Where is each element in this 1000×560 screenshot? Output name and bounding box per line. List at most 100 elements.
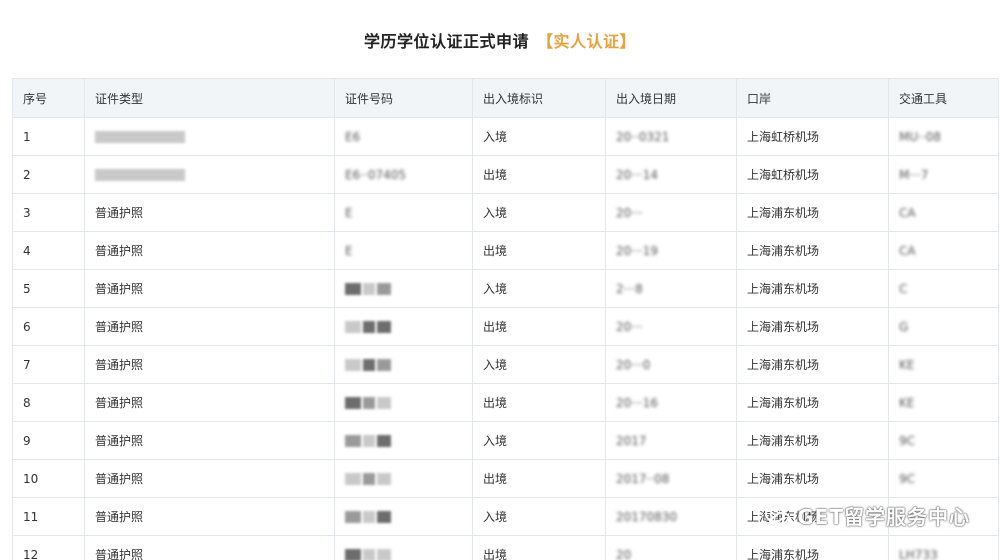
cell-date-text: 2017··08 xyxy=(616,471,670,486)
cell-doc-type: 普通护照 xyxy=(84,345,335,384)
cell-port: 上海浦东机场 xyxy=(736,383,889,422)
cell-date-text: 20 xyxy=(616,547,632,560)
column-header-vehicle: 交通工具 xyxy=(888,78,999,118)
cell-doc-type: 普通护照 xyxy=(84,497,335,536)
redaction-mosaic xyxy=(363,435,375,447)
table-row: 10 普通护照 出境 2017··08 上海浦东机场 9C xyxy=(12,459,999,498)
cell-vehicle: KE xyxy=(888,345,999,384)
redaction-mosaic xyxy=(345,359,361,371)
cell-no-text: 12 xyxy=(23,547,39,560)
cell-direction: 出境 xyxy=(472,459,606,498)
table-row: 2 E6··07405 出境 20···14 上海虹桥机场 M···7 xyxy=(12,155,999,194)
cell-vehicle-text: MU··08 xyxy=(899,129,942,144)
redaction-mosaic xyxy=(377,283,391,295)
cell-port: 上海浦东机场 xyxy=(736,307,889,346)
travel-records-table: 序号 证件类型 证件号码 出入境标识 出入境日期 口岸 交通工具 1 E 6 入境 20… xyxy=(12,78,999,560)
table-body: 1 E6 入境 20··0321 上海虹桥机场 MU··08 2 E6··07405 出境 20·… xyxy=(12,117,999,560)
cell-direction-text: 出境 xyxy=(483,320,508,334)
cell-doc-type xyxy=(84,117,335,156)
cell-direction: 出境 xyxy=(472,307,606,346)
cell-direction-text: 入境 xyxy=(483,282,508,296)
cell-doc-no xyxy=(334,421,473,460)
cell-doc-type: 普通护照 xyxy=(84,307,335,346)
cell-vehicle: CA xyxy=(888,231,999,270)
cell-vehicle-text: LH733 xyxy=(899,547,938,560)
watermark: GET留学服务中心 xyxy=(765,501,970,530)
cell-doc-type: 普通护照 xyxy=(84,383,335,422)
page-title: 学历学位认证正式申请 【实人认证】 xyxy=(0,28,1000,52)
watermark-text: GET留学服务中心 xyxy=(797,505,970,529)
cell-direction: 出境 xyxy=(472,383,606,422)
cell-vehicle: M···7 xyxy=(888,155,999,194)
cell-vehicle: 9C xyxy=(888,459,999,498)
cell-doc-type-text: 普通护照 xyxy=(95,320,144,334)
cell-date: 2017 xyxy=(605,421,737,460)
redaction-mosaic xyxy=(377,359,391,371)
cell-doc-type xyxy=(84,155,335,194)
cell-no: 9 xyxy=(12,421,85,460)
column-header-doc-type: 证件类型 xyxy=(84,78,335,118)
cell-port-text: 上海虹桥机场 xyxy=(747,130,820,144)
cell-doc-type: 普通护照 xyxy=(84,421,335,460)
cell-no: 8 xyxy=(12,383,85,422)
cell-date-text: 20···16 xyxy=(616,395,658,410)
table-row: 4 普通护照 E 出境 20···19 上海浦东机场 CA xyxy=(12,231,999,270)
redaction-mosaic xyxy=(363,511,375,523)
cell-date-text: 20···19 xyxy=(616,243,658,258)
cell-date: 20···14 xyxy=(605,155,737,194)
redaction-mosaic xyxy=(377,549,391,560)
redaction-mosaic xyxy=(345,473,361,485)
cell-doc-no xyxy=(334,497,473,536)
cell-port-text: 上海浦东机场 xyxy=(747,472,820,486)
redaction-mosaic xyxy=(363,359,375,371)
cell-vehicle-text: CA xyxy=(899,205,916,220)
cell-vehicle-text: KE xyxy=(899,395,915,410)
cell-direction: 入境 xyxy=(472,193,606,232)
table-row: 8 普通护照 出境 20···16 上海浦东机场 KE xyxy=(12,383,999,422)
redaction-mosaic xyxy=(95,131,185,143)
cell-doc-no xyxy=(334,307,473,346)
redaction-mosaic xyxy=(377,435,391,447)
cell-no: 4 xyxy=(12,231,85,270)
cell-port-text: 上海浦东机场 xyxy=(747,358,820,372)
cell-no: 11 xyxy=(12,497,85,536)
table-row: 5 普通护照 入境 2···8 上海浦东机场 C xyxy=(12,269,999,308)
cell-doc-no xyxy=(334,345,473,384)
cell-doc-type-text: 普通护照 xyxy=(95,510,144,524)
cell-doc-no: E xyxy=(334,231,473,270)
redaction-mosaic xyxy=(345,435,361,447)
cell-direction-text: 入境 xyxy=(483,130,508,144)
cell-direction: 出境 xyxy=(472,231,606,270)
cell-port-text: 上海浦东机场 xyxy=(747,282,820,296)
table-row: 9 普通护照 入境 2017 上海浦东机场 9C xyxy=(12,421,999,460)
cell-port-text: 上海虹桥机场 xyxy=(747,168,820,182)
cell-date: 2017··08 xyxy=(605,459,737,498)
table-row: 1 E6 入境 20··0321 上海虹桥机场 MU··08 xyxy=(12,117,999,156)
redaction-mosaic xyxy=(377,473,391,485)
cell-vehicle: C xyxy=(888,269,999,308)
cell-doc-type-text: 普通护照 xyxy=(95,472,144,486)
cell-direction: 入境 xyxy=(472,345,606,384)
cell-doc-no-text: E xyxy=(345,243,353,258)
cell-date-text: 20···14 xyxy=(616,167,658,182)
cell-vehicle-text: C xyxy=(899,281,908,296)
cell-direction-text: 出境 xyxy=(483,472,508,486)
cell-direction-text: 出境 xyxy=(483,396,508,410)
table-header-row: 序号 证件类型 证件号码 出入境标识 出入境日期 口岸 交通工具 xyxy=(12,78,999,118)
cell-date-text: 2···8 xyxy=(616,281,643,296)
cell-port: 上海浦东机场 xyxy=(736,421,889,460)
cell-vehicle: KE xyxy=(888,383,999,422)
column-header-date: 出入境日期 xyxy=(605,78,737,118)
cell-no-text: 6 xyxy=(23,319,31,334)
cell-no: 10 xyxy=(12,459,85,498)
title-text: 学历学位认证正式申请 xyxy=(363,32,529,51)
cell-no-text: 1 xyxy=(23,129,31,144)
cell-no-text: 4 xyxy=(23,243,31,258)
cell-doc-type-text: 普通护照 xyxy=(95,244,144,258)
redaction-mosaic xyxy=(363,321,375,333)
cell-no: 12 xyxy=(12,535,85,560)
cell-doc-type-text: 普通护照 xyxy=(95,206,144,220)
cell-doc-no: E6··07405 xyxy=(334,155,473,194)
cell-no: 2 xyxy=(12,155,85,194)
redaction-mosaic xyxy=(377,397,391,409)
